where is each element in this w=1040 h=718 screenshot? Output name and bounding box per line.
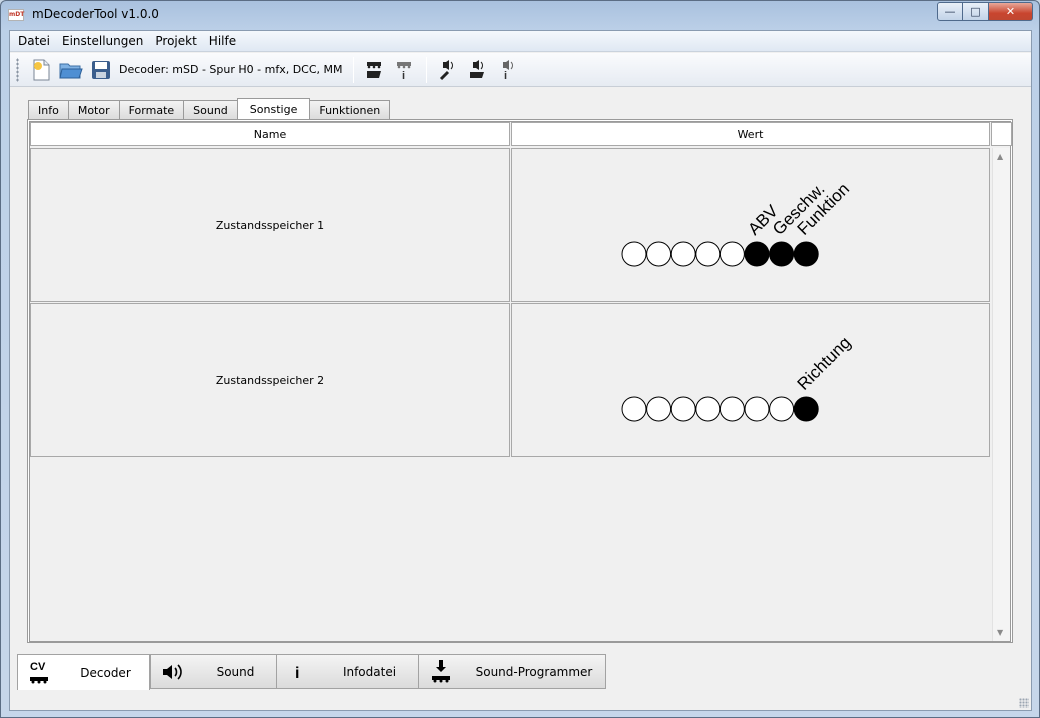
speaker-icon <box>151 662 195 682</box>
settings-table: Name Wert Zustandsspeicher 1 ABV Geschw. F… <box>29 121 1012 642</box>
tab-formate[interactable]: Formate <box>118 100 185 119</box>
maximize-button[interactable]: □ <box>963 2 989 21</box>
tab-sound[interactable]: Sound <box>183 100 238 119</box>
bottom-tab-infodatei-label: Infodatei <box>342 664 397 679</box>
window-controls: — □ ✕ <box>937 2 1033 21</box>
bit-off[interactable] <box>621 241 647 267</box>
client-area: Datei Einstellungen Projekt Hilfe Decode… <box>9 30 1032 711</box>
bit-off[interactable] <box>719 241 745 267</box>
row-2-bit-field: Richtung <box>621 333 855 422</box>
new-file-icon <box>33 59 50 80</box>
bit-off[interactable] <box>670 396 696 422</box>
app-logo-icon: mDT <box>8 9 24 21</box>
bit-off[interactable] <box>769 396 795 422</box>
open-folder-icon <box>59 63 83 78</box>
menu-bar: Datei Einstellungen Projekt Hilfe <box>10 31 1031 52</box>
sound-write-button[interactable] <box>463 56 491 84</box>
bottom-tab-sound[interactable]: Sound <box>150 654 277 689</box>
column-header-spacer <box>991 122 1012 146</box>
tab-strip: Info Motor Formate Sound Sonstige Funkti… <box>28 98 391 119</box>
save-button[interactable] <box>87 56 115 84</box>
info-icon: i <box>277 662 321 682</box>
locomotive-info-icon: i <box>396 61 411 81</box>
row-2-value-cell: Richtung <box>511 303 990 457</box>
tab-sonstige[interactable]: Sonstige <box>236 98 311 119</box>
column-header-value[interactable]: Wert <box>511 122 990 146</box>
svg-text:i: i <box>402 70 405 81</box>
loco-write-button[interactable] <box>360 56 388 84</box>
new-file-button[interactable] <box>27 56 55 84</box>
tab-pane-sonstige: Name Wert Zustandsspeicher 1 ABV Geschw. F… <box>27 119 1013 643</box>
bit-off[interactable] <box>695 241 721 267</box>
bit-off[interactable] <box>744 396 770 422</box>
locomotive-program-icon <box>366 61 381 78</box>
bottom-tab-infodatei[interactable]: i Infodatei <box>276 654 419 689</box>
bottom-tab-sound-label: Sound <box>216 664 255 679</box>
bottom-tab-sound-programmer-label: Sound-Programmer <box>475 664 593 679</box>
scroll-down-icon[interactable]: ▼ <box>997 628 1003 637</box>
save-icon <box>92 60 110 79</box>
sound-settings-button[interactable] <box>433 56 461 84</box>
row-1-value-cell: ABV Geschw. Funktion <box>511 148 990 302</box>
minimize-button[interactable]: — <box>937 2 963 21</box>
app-window: mDT mDecoderTool v1.0.0 — □ ✕ Datei Eins… <box>0 0 1040 718</box>
bottom-tab-decoder-label: Decoder <box>80 665 131 680</box>
menu-projekt[interactable]: Projekt <box>151 34 204 48</box>
row-1-name-cell[interactable]: Zustandsspeicher 1 <box>30 148 510 302</box>
menu-einstellungen[interactable]: Einstellungen <box>58 34 151 48</box>
bit-off[interactable] <box>670 241 696 267</box>
bit-label: Richtung <box>794 333 855 394</box>
bit-on[interactable] <box>769 241 795 267</box>
open-folder-button[interactable] <box>57 56 85 84</box>
tab-info[interactable]: Info <box>28 100 69 119</box>
row-2-name: Zustandsspeicher 2 <box>215 373 325 387</box>
scroll-up-icon[interactable]: ▲ <box>997 152 1003 161</box>
cv-locomotive-icon: CV <box>18 659 62 687</box>
download-locomotive-icon <box>419 659 463 685</box>
toolbar-separator <box>425 56 427 83</box>
bit-on[interactable] <box>793 241 819 267</box>
vertical-scrollbar[interactable]: ▲ ▼ <box>992 148 1010 641</box>
bottom-tab-decoder[interactable]: CV Decoder <box>17 654 150 690</box>
bit-off[interactable] <box>695 396 721 422</box>
toolbar-grip[interactable] <box>16 57 19 82</box>
sound-info-button[interactable]: i <box>493 56 521 84</box>
close-icon: ✕ <box>1005 5 1016 18</box>
bit-off[interactable] <box>646 241 672 267</box>
bit-off[interactable] <box>646 396 672 422</box>
row-1-bit-field: ABVGeschw.Funktion <box>621 179 853 267</box>
bit-off[interactable] <box>719 396 745 422</box>
toolbar-separator <box>352 56 354 83</box>
bit-off[interactable] <box>621 396 647 422</box>
bit-on[interactable] <box>744 241 770 267</box>
menu-hilfe[interactable]: Hilfe <box>205 34 244 48</box>
bottom-tab-bar: CV Decoder Sound i Infodatei Sound-Progr… <box>17 654 1024 690</box>
maximize-icon: □ <box>970 5 981 18</box>
resize-grip[interactable] <box>1019 698 1029 708</box>
row-2-name-cell[interactable]: Zustandsspeicher 2 <box>30 303 510 457</box>
row-1-name: Zustandsspeicher 1 <box>215 218 325 232</box>
loco-info-button[interactable]: i <box>390 56 418 84</box>
menu-datei[interactable]: Datei <box>14 34 58 48</box>
main-content: Info Motor Formate Sound Sonstige Funkti… <box>17 89 1024 649</box>
window-title: mDecoderTool v1.0.0 <box>32 7 159 21</box>
tab-motor[interactable]: Motor <box>67 100 120 119</box>
column-header-name[interactable]: Name <box>30 122 510 146</box>
close-button[interactable]: ✕ <box>989 2 1033 21</box>
tab-funktionen[interactable]: Funktionen <box>309 100 391 119</box>
bit-on[interactable] <box>793 396 819 422</box>
bottom-tab-sound-programmer[interactable]: Sound-Programmer <box>418 654 606 689</box>
title-bar[interactable]: mDT mDecoderTool v1.0.0 — □ ✕ <box>1 1 1039 29</box>
svg-text:i: i <box>295 665 299 682</box>
decoder-label: Decoder: mSD - Spur H0 - mfx, DCC, MM <box>119 63 343 76</box>
sound-program-icon <box>469 59 484 78</box>
toolbar: Decoder: mSD - Spur H0 - mfx, DCC, MM i … <box>10 53 1031 87</box>
sound-wrench-icon <box>439 59 453 80</box>
svg-text:i: i <box>504 70 507 81</box>
minimize-icon: — <box>944 5 956 18</box>
svg-text:CV: CV <box>30 661 46 673</box>
sound-info-icon: i <box>502 59 513 81</box>
